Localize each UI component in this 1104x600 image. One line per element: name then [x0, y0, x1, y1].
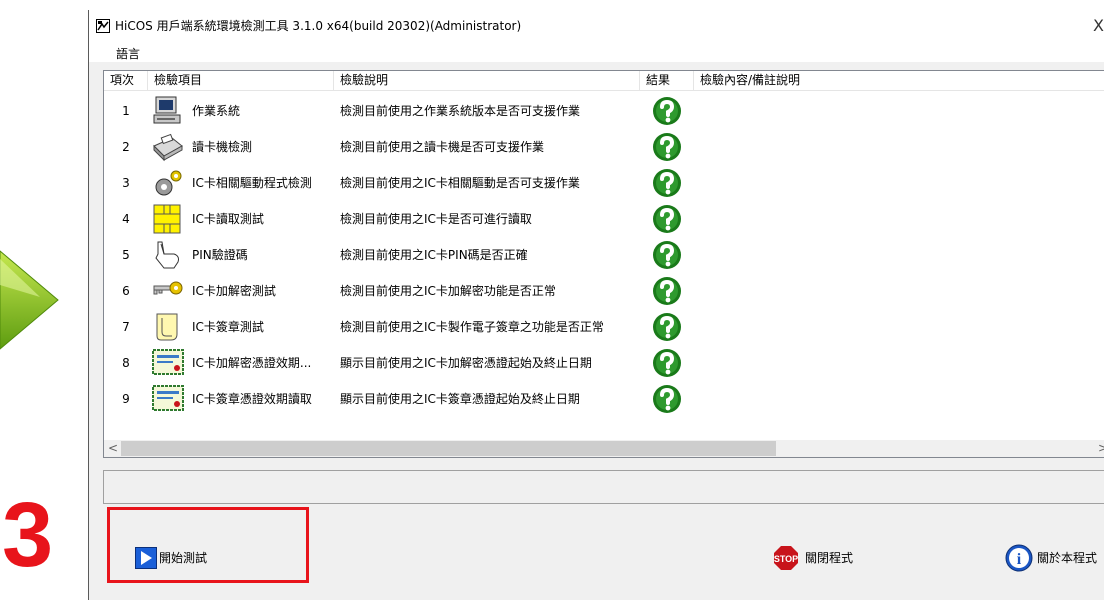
- card-reader-icon: [152, 132, 184, 162]
- close-program-button[interactable]: STOP 關閉程式: [773, 543, 893, 573]
- question-mark-icon: [652, 132, 682, 162]
- table-row[interactable]: 4 IC卡讀取測試 檢測目前使用之IC卡是否可進行讀取: [104, 201, 1104, 237]
- row-item: 讀卡機檢測: [192, 140, 253, 154]
- row-index: 6: [122, 284, 130, 298]
- about-label: 關於本程式: [1037, 551, 1098, 565]
- question-mark-icon: [652, 204, 682, 234]
- table-row[interactable]: 8 IC卡加解密憑證效期... 顯示目前使用之IC卡加解密憑證起始及終止日期: [104, 345, 1104, 381]
- row-index: 5: [122, 248, 130, 262]
- table-row[interactable]: 2 讀卡機檢測 檢測目前使用之讀卡機是否可支援作業: [104, 129, 1104, 165]
- horizontal-scrollbar[interactable]: < >: [104, 440, 1104, 457]
- row-item: IC卡加解密憑證效期...: [192, 356, 312, 370]
- table-row[interactable]: 5 PIN驗證碼 檢測目前使用之IC卡PIN碼是否正確: [104, 237, 1104, 273]
- column-header-result[interactable]: 結果: [640, 71, 694, 90]
- highlight-box: [107, 507, 309, 583]
- close-window-button[interactable]: X: [1093, 16, 1104, 35]
- row-index: 7: [122, 320, 130, 334]
- row-description: 檢測目前使用之IC卡製作電子簽章之功能是否正常: [340, 320, 604, 334]
- row-item: IC卡讀取測試: [192, 212, 264, 226]
- row-item: PIN驗證碼: [192, 248, 248, 262]
- close-program-label: 關閉程式: [805, 551, 854, 565]
- row-index: 1: [122, 104, 130, 118]
- stop-sign-label: STOP: [774, 554, 798, 564]
- test-list[interactable]: 項次 檢驗項目 檢驗說明 結果 檢驗內容/備註說明 1 作業系統 檢測目前使用之作業…: [103, 70, 1104, 458]
- question-mark-icon: [652, 168, 682, 198]
- question-mark-icon: [652, 96, 682, 126]
- row-index: 3: [122, 176, 130, 190]
- row-description: 檢測目前使用之作業系統版本是否可支援作業: [340, 104, 581, 118]
- row-item: IC卡簽章憑證效期讀取: [192, 392, 312, 406]
- scroll-icon: [152, 312, 184, 342]
- column-header-description[interactable]: 檢驗說明: [334, 71, 640, 90]
- row-index: 4: [122, 212, 130, 226]
- table-row[interactable]: 6 IC卡加解密測試 檢測目前使用之IC卡加解密功能是否正常: [104, 273, 1104, 309]
- step-number: 3: [2, 484, 54, 586]
- row-item: IC卡相關驅動程式檢測: [192, 176, 312, 190]
- row-description: 顯示目前使用之IC卡加解密憑證起始及終止日期: [340, 356, 592, 370]
- column-header-notes[interactable]: 檢驗內容/備註說明: [694, 71, 1104, 90]
- row-item: IC卡簽章測試: [192, 320, 264, 334]
- row-description: 檢測目前使用之IC卡加解密功能是否正常: [340, 284, 556, 298]
- menu-bar: 語言: [89, 42, 1104, 62]
- question-mark-icon: [652, 276, 682, 306]
- row-item: 作業系統: [192, 104, 241, 118]
- row-description: 檢測目前使用之IC卡相關驅動是否可支援作業: [340, 176, 580, 190]
- scroll-right-arrow[interactable]: >: [1098, 441, 1104, 456]
- table-row[interactable]: 3 IC卡相關驅動程式檢測 檢測目前使用之IC卡相關驅動是否可支援作業: [104, 165, 1104, 201]
- pointer-hand-icon: [152, 240, 184, 270]
- info-icon: i: [1005, 544, 1033, 572]
- list-header: 項次 檢驗項目 檢驗說明 結果 檢驗內容/備註說明: [104, 71, 1104, 91]
- row-item: IC卡加解密測試: [192, 284, 276, 298]
- scroll-left-arrow[interactable]: <: [108, 441, 118, 456]
- chip-icon: [152, 204, 184, 234]
- green-arrow-icon: [0, 245, 60, 359]
- row-description: 檢測目前使用之讀卡機是否可支援作業: [340, 140, 545, 154]
- certificate-icon: [152, 348, 184, 378]
- app-icon: [96, 18, 110, 37]
- row-index: 9: [122, 392, 130, 406]
- row-description: 檢測目前使用之IC卡是否可進行讀取: [340, 212, 532, 226]
- row-description: 顯示目前使用之IC卡簽章憑證起始及終止日期: [340, 392, 580, 406]
- computer-icon: [152, 96, 184, 126]
- column-header-index[interactable]: 項次: [104, 71, 148, 90]
- status-box: [103, 470, 1104, 504]
- stop-sign-icon: STOP: [774, 546, 798, 570]
- row-index: 2: [122, 140, 130, 154]
- certificate-icon: [152, 384, 184, 414]
- row-description: 檢測目前使用之IC卡PIN碼是否正確: [340, 248, 528, 262]
- about-button[interactable]: i 關於本程式: [1005, 543, 1104, 573]
- question-mark-icon: [652, 348, 682, 378]
- row-index: 8: [122, 356, 130, 370]
- column-header-item[interactable]: 檢驗項目: [148, 71, 334, 90]
- table-row[interactable]: 9 IC卡簽章憑證效期讀取 顯示目前使用之IC卡簽章憑證起始及終止日期: [104, 381, 1104, 417]
- key-icon: [152, 276, 184, 306]
- table-row[interactable]: 1 作業系統 檢測目前使用之作業系統版本是否可支援作業: [104, 93, 1104, 129]
- scroll-thumb[interactable]: [121, 441, 776, 456]
- question-mark-icon: [652, 312, 682, 342]
- question-mark-icon: [652, 384, 682, 414]
- title-bar: HiCOS 用戶端系統環境檢測工具 3.1.0 x64(build 20302)…: [89, 10, 1104, 42]
- question-mark-icon: [652, 240, 682, 270]
- window-title: HiCOS 用戶端系統環境檢測工具 3.1.0 x64(build 20302)…: [115, 19, 522, 33]
- table-row[interactable]: 7 IC卡簽章測試 檢測目前使用之IC卡製作電子簽章之功能是否正常: [104, 309, 1104, 345]
- gears-icon: [152, 168, 184, 198]
- menu-language[interactable]: 語言: [116, 45, 140, 62]
- info-glyph: i: [1017, 551, 1022, 568]
